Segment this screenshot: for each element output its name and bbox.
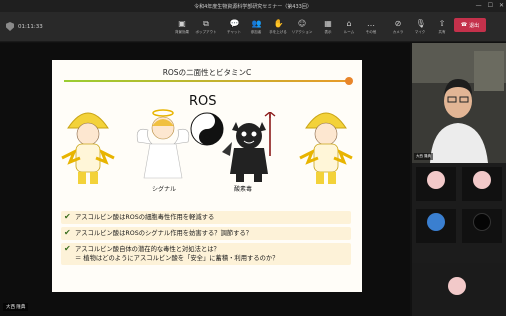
left-warrior-illustration xyxy=(61,112,115,184)
camera-button[interactable]: ⊘ カメラ xyxy=(386,15,410,39)
devil-illustration xyxy=(222,112,276,182)
chat-button[interactable]: 💬 チャット xyxy=(222,15,246,39)
speaker-camera-feed xyxy=(412,43,506,163)
camera-effects-icon: ▣ xyxy=(178,19,186,28)
window-controls: — ☐ ✕ xyxy=(476,2,504,9)
avatar xyxy=(473,171,491,189)
divider-dot xyxy=(345,77,353,85)
shared-screen-stage: ROSの二面性とビタミンC ROS シグナル 酸素毒 ✔ アスコルビン酸はROS… xyxy=(0,43,410,316)
avatar xyxy=(473,213,491,231)
right-warrior-illustration xyxy=(299,112,353,184)
mic-icon: 🎙 xyxy=(415,19,426,28)
ros-heading: ROS xyxy=(189,94,217,109)
rooms-button[interactable]: ⌂ ルーム xyxy=(337,15,361,39)
mic-button[interactable]: 🎙 マイク xyxy=(408,15,432,39)
share-icon: ⇧ xyxy=(438,19,446,28)
shield-icon xyxy=(6,22,14,31)
close-icon[interactable]: ✕ xyxy=(499,2,504,9)
slide-title: ROSの二面性とビタミンC xyxy=(162,68,252,77)
title-divider xyxy=(64,80,350,82)
participant-tile[interactable] xyxy=(416,209,456,243)
speaker-video[interactable]: 大西 隆典 xyxy=(412,43,506,163)
participant-tile[interactable] xyxy=(462,167,502,201)
check-icon: ✔ xyxy=(64,212,71,221)
signal-caption: シグナル xyxy=(152,186,177,193)
bullet-subline: ＝ 植物はどのようにアスコルビン酸を「安全」に蓄積・利用するのか？ xyxy=(75,255,279,262)
people-icon: 👥 xyxy=(251,19,262,28)
participant-tile[interactable] xyxy=(462,209,502,243)
popout-icon: ⧉ xyxy=(203,19,209,28)
camera-icon: ⊘ xyxy=(394,19,402,28)
check-icon: ✔ xyxy=(64,244,71,253)
oxygen-toxicity-caption: 酸素毒 xyxy=(234,186,253,193)
share-button[interactable]: ⇧ 共有 xyxy=(430,15,454,39)
participant-tile[interactable] xyxy=(416,167,456,201)
reaction-icon: ☺ xyxy=(297,19,307,28)
phone-icon: ☎ xyxy=(460,22,468,28)
popout-button[interactable]: ⧉ ポップアウト xyxy=(194,15,218,39)
meeting-info[interactable]: 01:11:33 xyxy=(6,22,43,31)
raise-hand-button[interactable]: ✋ 手を上げる xyxy=(266,15,290,39)
avatar xyxy=(427,171,445,189)
more-button[interactable]: … その他 xyxy=(359,15,383,39)
rooms-icon: ⌂ xyxy=(346,19,352,28)
speaker-name-label: 大西 隆典 xyxy=(414,153,434,160)
yin-yang-icon xyxy=(190,112,224,146)
minimize-icon[interactable]: — xyxy=(476,2,482,9)
meeting-toolbar: 01:11:33 ▣ 背景効果 ⧉ ポップアウト 💬 チャット 👥 参加者 ✋ … xyxy=(0,12,506,42)
bullet-item: ✔ アスコルビン酸自体の潜在的な毒性と対処法とは？ ＝ 植物はどのようにアスコル… xyxy=(61,243,351,265)
chat-icon: 💬 xyxy=(229,19,240,28)
bullet-item: ✔ アスコルビン酸はROSのシグナル作用を妨害する？調節する？ xyxy=(61,227,351,240)
avatar xyxy=(448,277,466,295)
reactions-button[interactable]: ☺ リアクション xyxy=(290,15,314,39)
angel-illustration xyxy=(136,109,190,179)
slide-bullets: ✔ アスコルビン酸はROSの細胞毒性作用を軽減する ✔ アスコルビン酸はROSの… xyxy=(61,211,351,268)
participants-panel: 大西 隆典 xyxy=(412,43,506,316)
bullet-item: ✔ アスコルビン酸はROSの細胞毒性作用を軽減する xyxy=(61,211,351,224)
avatar xyxy=(427,213,445,231)
more-icon: … xyxy=(367,19,375,28)
participants-button[interactable]: 👥 参加者 xyxy=(244,15,268,39)
raise-hand-icon: ✋ xyxy=(273,19,284,28)
presenter-name-tag: 大西 隆典 xyxy=(3,303,29,311)
meeting-timer: 01:11:33 xyxy=(18,23,43,30)
check-icon: ✔ xyxy=(64,228,71,237)
window-titlebar: 令和4年度生物資源科学部研究セミナー（第433回） — ☐ ✕ xyxy=(0,0,506,12)
background-effects-button[interactable]: ▣ 背景効果 xyxy=(170,15,194,39)
window-title: 令和4年度生物資源科学部研究セミナー（第433回） xyxy=(194,3,312,10)
maximize-icon[interactable]: ☐ xyxy=(488,2,493,9)
leave-button[interactable]: ☎ 退出 xyxy=(454,18,486,32)
view-icon: ▦ xyxy=(324,19,332,28)
participant-tile[interactable] xyxy=(412,263,506,316)
presentation-slide: ROSの二面性とビタミンC ROS シグナル 酸素毒 ✔ アスコルビン酸はROS… xyxy=(52,60,362,292)
